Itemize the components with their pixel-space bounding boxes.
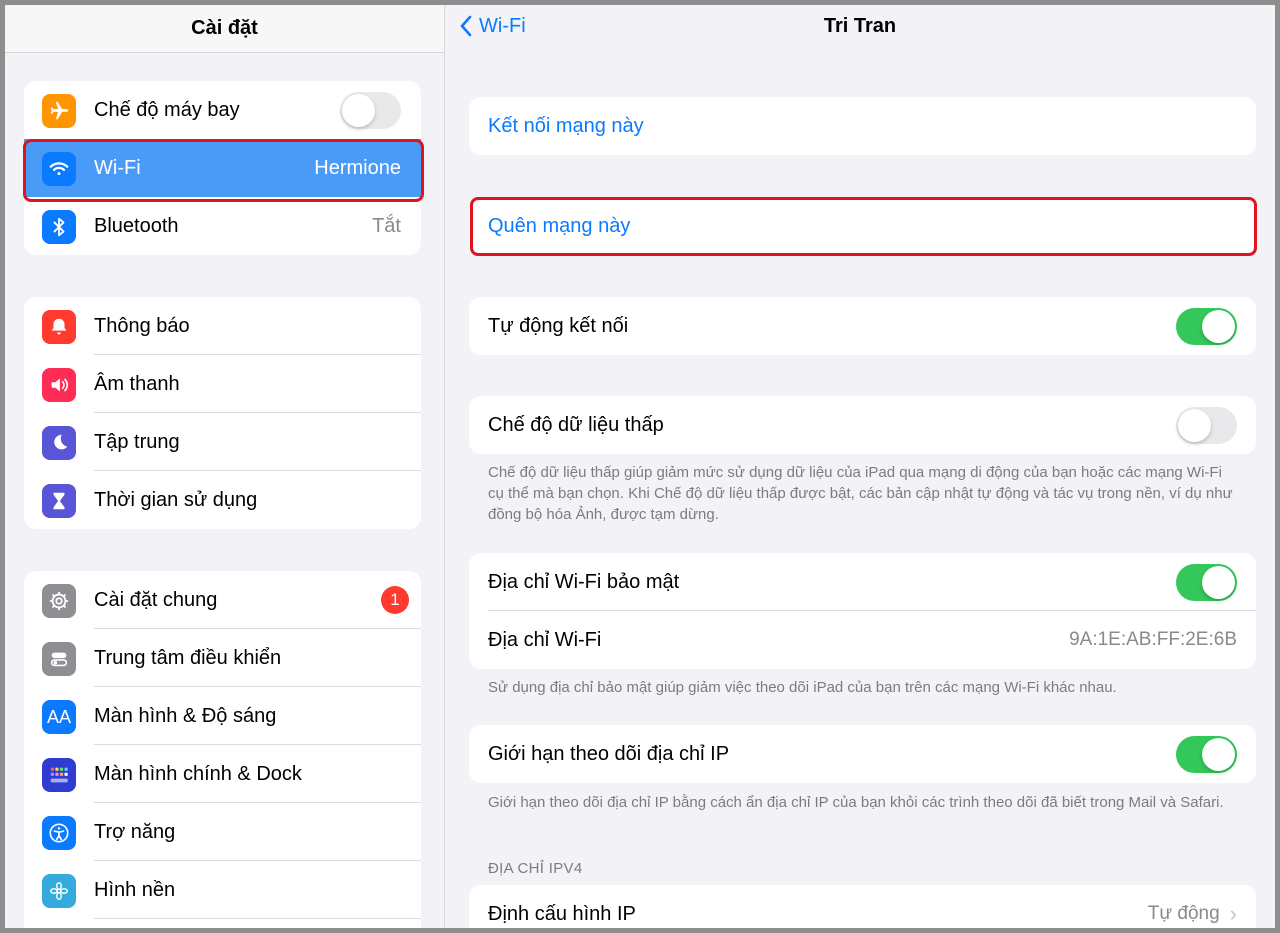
- limit-ip-label: Giới hạn theo dõi địa chỉ IP: [488, 742, 730, 765]
- limit-ip-card: Giới hạn theo dõi địa chỉ IP: [469, 725, 1256, 783]
- chevron-left-icon: [460, 15, 472, 37]
- low-data-toggle[interactable]: [1176, 406, 1237, 444]
- low-data-label: Chế độ dữ liệu thấp: [488, 413, 664, 436]
- wifi-address-label: Địa chỉ Wi-Fi: [488, 628, 602, 651]
- sidebar-item-wallpaper[interactable]: Hình nền: [24, 861, 421, 919]
- moon-icon: [42, 426, 76, 460]
- bell-icon: [42, 310, 76, 344]
- detail-header: Wi-Fi Tri Tran: [445, 5, 1275, 53]
- flower-icon: [42, 874, 76, 908]
- sidebar-item-label: Thời gian sử dụng: [94, 488, 258, 511]
- chevron-right-icon: ›: [1229, 901, 1237, 926]
- sidebar-item-airplane-mode[interactable]: Chế độ máy bay: [24, 81, 421, 139]
- sidebar-item-label: Màn hình & Độ sáng: [94, 704, 277, 727]
- auto-join-card: Tự động kết nối: [469, 297, 1256, 355]
- sidebar-item-label: Hình nền: [94, 878, 176, 901]
- sidebar-item-screen-time[interactable]: Thời gian sử dụng: [24, 471, 421, 529]
- sidebar-item-label: Màn hình chính & Dock: [94, 762, 302, 785]
- text-size-icon: AA: [42, 700, 76, 734]
- private-address-row: Địa chỉ Wi-Fi bảo mật: [469, 553, 1256, 611]
- settings-sidebar: Cài đặt Chế độ máy bay Wi-Fi Hermione Bl…: [5, 5, 445, 928]
- private-address-label: Địa chỉ Wi-Fi bảo mật: [488, 570, 680, 593]
- sidebar-item-bluetooth[interactable]: Bluetooth Tắt: [24, 197, 421, 255]
- low-data-footnote: Chế độ dữ liệu thấp giúp giảm mức sử dụn…: [488, 464, 1233, 523]
- switches-icon: [42, 642, 76, 676]
- join-network-label: Kết nối mạng này: [488, 114, 644, 137]
- limit-ip-toggle[interactable]: [1176, 735, 1237, 773]
- speaker-icon: [42, 368, 76, 402]
- back-label: Wi-Fi: [479, 14, 526, 37]
- private-address-footnote: Sử dụng địa chỉ bảo mật giúp giảm việc t…: [488, 679, 1117, 696]
- configure-ip-label: Định cấu hình IP: [488, 902, 636, 925]
- join-network-button[interactable]: Kết nối mạng này: [469, 97, 1256, 155]
- back-button[interactable]: Wi-Fi: [459, 5, 526, 47]
- wifi-address-value: 9A:1E:AB:FF:2E:6B: [1069, 629, 1237, 650]
- sidebar-item-general[interactable]: Cài đặt chung 1: [24, 571, 421, 629]
- sidebar-item-label: Âm thanh: [94, 372, 180, 395]
- configure-ip-value: Tự động: [1147, 903, 1220, 924]
- notifications-group: Thông báo Âm thanh Tập trung Thời gian s…: [24, 297, 421, 529]
- sidebar-item-control-center[interactable]: Trung tâm điều khiển: [24, 629, 421, 687]
- forget-network-button[interactable]: Quên mạng này: [469, 197, 1256, 255]
- auto-join-label: Tự động kết nối: [488, 314, 629, 337]
- update-count-badge: 1: [381, 586, 409, 614]
- low-data-card: Chế độ dữ liệu thấp: [469, 396, 1256, 454]
- wifi-address-row: Địa chỉ Wi-Fi 9A:1E:AB:FF:2E:6B: [469, 611, 1256, 669]
- general-group: Cài đặt chung 1 Trung tâm điều khiển AA …: [24, 571, 421, 928]
- sidebar-item-sounds[interactable]: Âm thanh: [24, 355, 421, 413]
- connectivity-group: Chế độ máy bay Wi-Fi Hermione Bluetooth …: [24, 81, 421, 255]
- bluetooth-icon: [42, 210, 76, 244]
- sidebar-item-home-screen-dock[interactable]: Màn hình chính & Dock: [24, 745, 421, 803]
- airplane-icon: [42, 94, 76, 128]
- sidebar-item-label: Chế độ máy bay: [94, 98, 240, 121]
- forget-network-card: Quên mạng này: [469, 197, 1256, 255]
- page-title: Tri Tran: [823, 14, 897, 37]
- sidebar-item-label: Tập trung: [94, 430, 180, 453]
- wifi-network-name: Hermione: [314, 156, 401, 179]
- wifi-network-detail: Wi-Fi Tri Tran Kết nối mạng này Quên mạn…: [445, 5, 1275, 928]
- sidebar-item-label: Trợ năng: [94, 820, 176, 843]
- bluetooth-status: Tắt: [372, 214, 401, 237]
- low-data-row: Chế độ dữ liệu thấp: [469, 396, 1256, 454]
- sidebar-item-accessibility[interactable]: Trợ năng: [24, 803, 421, 861]
- sidebar-item-display-brightness[interactable]: AA Màn hình & Độ sáng: [24, 687, 421, 745]
- hourglass-icon: [42, 484, 76, 518]
- app-window: Cài đặt Chế độ máy bay Wi-Fi Hermione Bl…: [5, 5, 1275, 928]
- airplane-mode-toggle[interactable]: [340, 91, 401, 129]
- limit-ip-footnote: Giới hạn theo dõi địa chỉ IP bằng cách ẩ…: [488, 794, 1224, 811]
- auto-join-row: Tự động kết nối: [469, 297, 1256, 355]
- gear-icon: [42, 584, 76, 618]
- home-grid-icon: [42, 758, 76, 792]
- accessibility-icon: [42, 816, 76, 850]
- auto-join-toggle[interactable]: [1176, 307, 1237, 345]
- sidebar-item-label: Wi-Fi: [94, 156, 141, 179]
- sidebar-title: Cài đặt: [5, 5, 444, 53]
- ipv4-section-header: ĐỊA CHỈ IPV4: [488, 860, 583, 877]
- configure-ip-row[interactable]: Định cấu hình IP Tự động ›: [469, 885, 1256, 928]
- ipv4-card: Định cấu hình IP Tự động ›: [469, 885, 1256, 928]
- sidebar-item-label: Cài đặt chung: [94, 588, 218, 611]
- wifi-icon: [42, 152, 76, 186]
- forget-network-label: Quên mạng này: [488, 214, 631, 237]
- private-address-card: Địa chỉ Wi-Fi bảo mật Địa chỉ Wi-Fi 9A:1…: [469, 553, 1256, 669]
- sidebar-item-focus[interactable]: Tập trung: [24, 413, 421, 471]
- sidebar-item-wifi[interactable]: Wi-Fi Hermione: [24, 139, 421, 197]
- join-network-card: Kết nối mạng này: [469, 97, 1256, 155]
- sidebar-item-label: Thông báo: [94, 314, 190, 337]
- private-address-toggle[interactable]: [1176, 563, 1237, 601]
- sidebar-item-label: Bluetooth: [94, 214, 179, 237]
- limit-ip-row: Giới hạn theo dõi địa chỉ IP: [469, 725, 1256, 783]
- sidebar-item-label: Trung tâm điều khiển: [94, 646, 282, 669]
- sidebar-item-notifications[interactable]: Thông báo: [24, 297, 421, 355]
